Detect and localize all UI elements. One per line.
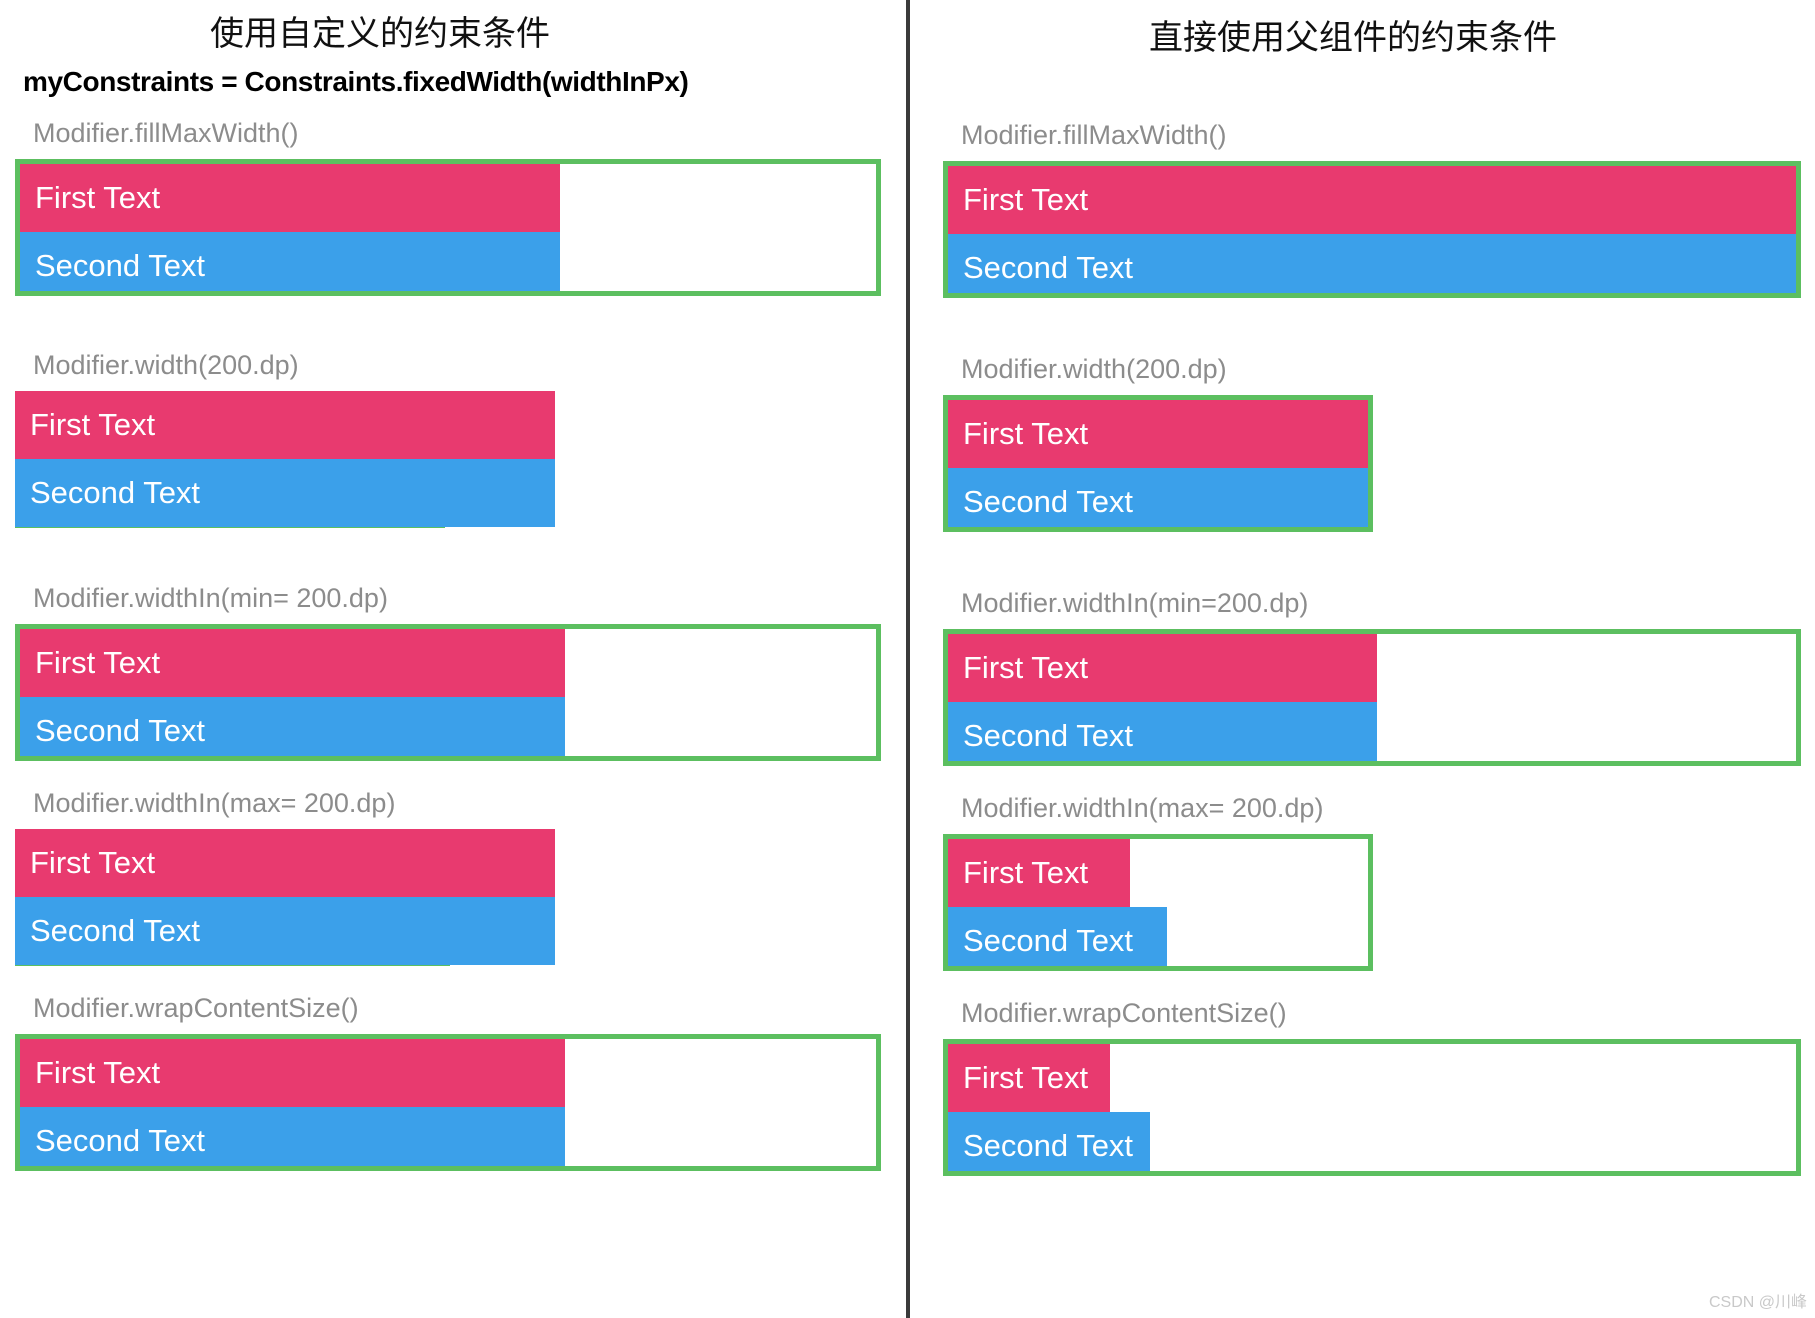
first-text-bar: First Text [948,1044,1110,1112]
text-bar-stack: First Text Second Text [20,1039,565,1166]
modifier-label: Modifier.wrapContentSize() [961,998,1287,1028]
first-text-bar: First Text [15,829,555,897]
example-block: Modifier.wrapContentSize() First Text Se… [15,995,881,1171]
modifier-label: Modifier.widthIn(min=200.dp) [961,588,1309,618]
second-text-bar: Second Text [20,697,565,756]
modifier-label: Modifier.fillMaxWidth() [33,118,299,148]
first-text-bar: First Text [15,391,555,459]
second-text-bar: Second Text [948,468,1368,527]
constraint-container: First Text Second Text [943,629,1801,766]
example-block: Modifier.widthIn(max= 200.dp) First Text… [943,795,1373,971]
left-column-subtitle: myConstraints = Constraints.fixedWidth(w… [23,66,689,97]
first-text-bar: First Text [20,629,565,697]
modifier-label: Modifier.width(200.dp) [961,354,1227,384]
text-bar-stack: First Text Second Text [15,391,555,527]
constraint-container: First Text Second Text [943,1039,1801,1176]
watermark: CSDN @川峰 [1708,1294,1807,1311]
right-column: 直接使用父组件的约束条件 Modifier.fillMaxWidth() Fir… [910,0,1815,1318]
modifier-label: Modifier.widthIn(min= 200.dp) [33,583,388,613]
second-text-bar: Second Text [20,1107,565,1166]
first-text-bar: First Text [948,634,1377,702]
constraint-container: First Text Second Text [15,159,881,296]
text-bar-stack: First Text Second Text [20,164,560,291]
modifier-label: Modifier.wrapContentSize() [33,993,359,1023]
constraint-container: First Text Second Text [15,391,555,528]
example-block: Modifier.widthIn(min=200.dp) First Text … [943,590,1801,766]
constraint-container: First Text Second Text [15,1034,881,1171]
modifier-label: Modifier.widthIn(max= 200.dp) [33,788,396,818]
constraint-container: First Text Second Text [943,834,1373,971]
first-text-bar: First Text [20,164,560,232]
modifier-label: Modifier.width(200.dp) [33,350,299,380]
second-text-bar: Second Text [15,459,555,527]
constraint-container: First Text Second Text [15,829,555,966]
example-block: Modifier.width(200.dp) First Text Second… [15,350,555,528]
constraint-container: First Text Second Text [943,395,1373,532]
constraint-container: First Text Second Text [943,161,1801,298]
example-block: Modifier.wrapContentSize() First Text Se… [943,1000,1801,1176]
text-bar-stack: First Text Second Text [948,400,1368,527]
second-text-bar: Second Text [948,702,1377,761]
text-bar-stack: First Text Second Text [948,634,1377,761]
text-bar-stack: First Text Second Text [948,1044,1150,1171]
modifier-label: Modifier.widthIn(max= 200.dp) [961,793,1324,823]
second-text-bar: Second Text [948,1112,1150,1171]
first-text-bar: First Text [20,1039,565,1107]
right-column-title: 直接使用父组件的约束条件 [1149,20,1557,57]
second-text-bar: Second Text [948,907,1167,966]
first-text-bar: First Text [948,166,1796,234]
second-text-bar: Second Text [948,234,1796,293]
text-bar-stack: First Text Second Text [15,829,555,965]
example-block: Modifier.fillMaxWidth() First Text Secon… [15,120,881,296]
left-column: 使用自定义的约束条件 myConstraints = Constraints.f… [0,0,906,1318]
example-block: Modifier.widthIn(min= 200.dp) First Text… [15,585,881,761]
text-bar-stack: First Text Second Text [20,629,565,756]
example-block: Modifier.fillMaxWidth() First Text Secon… [943,122,1801,298]
example-block: Modifier.widthIn(max= 200.dp) First Text… [15,788,555,966]
constraint-container: First Text Second Text [15,624,881,761]
first-text-bar: First Text [948,400,1368,468]
first-text-bar: First Text [948,839,1130,907]
example-block: Modifier.width(200.dp) First Text Second… [943,356,1373,532]
text-bar-stack: First Text Second Text [948,839,1167,966]
left-column-title: 使用自定义的约束条件 [210,16,550,53]
text-bar-stack: First Text Second Text [948,166,1796,293]
second-text-bar: Second Text [15,897,555,965]
modifier-label: Modifier.fillMaxWidth() [961,120,1227,150]
second-text-bar: Second Text [20,232,560,291]
diagram-canvas: 使用自定义的约束条件 myConstraints = Constraints.f… [0,0,1815,1318]
